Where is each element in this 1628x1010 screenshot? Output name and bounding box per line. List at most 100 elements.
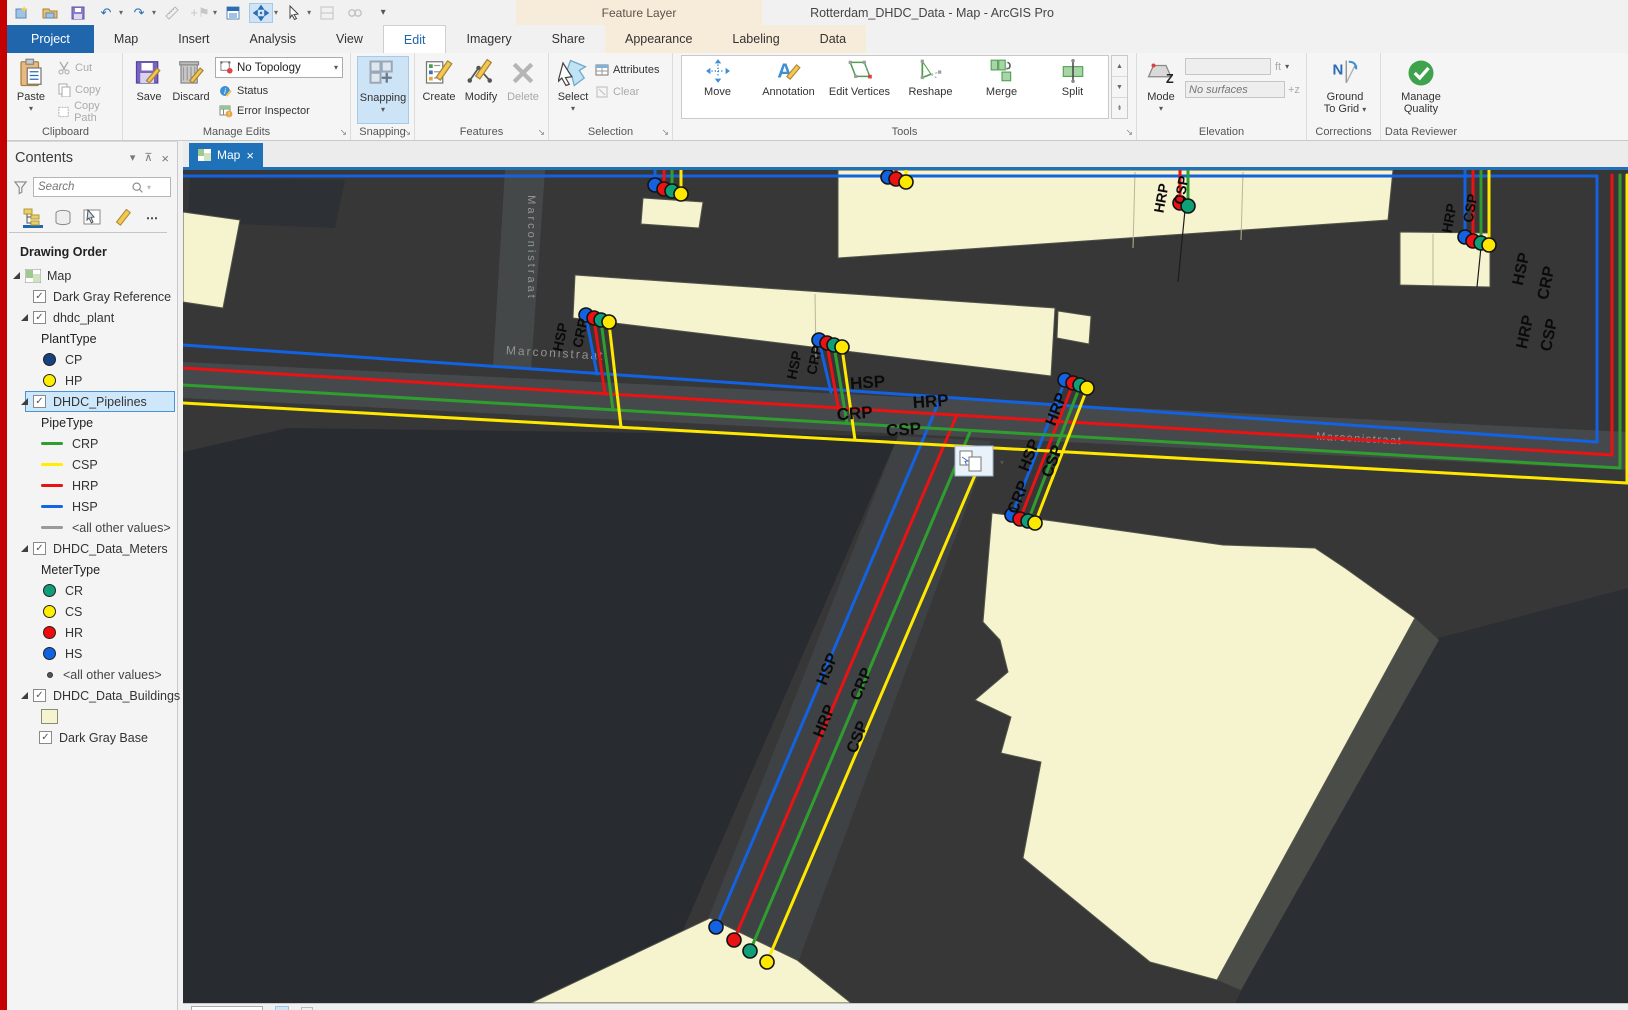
tree-item-metertype[interactable]: MeterType bbox=[7, 559, 177, 580]
expand-arrow-icon[interactable] bbox=[13, 272, 20, 279]
cut-button[interactable]: Cut bbox=[57, 59, 92, 76]
meter-point[interactable] bbox=[1481, 237, 1497, 253]
map-view[interactable]: Marconistraat Marconistraat Marconistraat … bbox=[181, 168, 1628, 1004]
meter-point[interactable] bbox=[673, 186, 689, 202]
tree-item-hp[interactable]: HP bbox=[7, 370, 177, 391]
meter-point[interactable] bbox=[759, 954, 775, 970]
surface-z-icon[interactable]: +z bbox=[1288, 81, 1300, 98]
tree-item-dhdc-data-buildings[interactable]: ✓ DHDC_Data_Buildings bbox=[7, 685, 180, 706]
surfaces-input[interactable] bbox=[1185, 81, 1285, 98]
tools-launcher-icon[interactable]: ↘ bbox=[1125, 127, 1133, 138]
undo-caret-icon[interactable]: ▾ bbox=[119, 8, 123, 17]
expand-arrow-icon[interactable] bbox=[21, 314, 28, 321]
reshape-tool[interactable]: Reshape bbox=[895, 56, 966, 116]
tab-edit[interactable]: Edit bbox=[382, 25, 447, 53]
features-launcher-icon[interactable]: ↘ bbox=[537, 127, 545, 138]
meter-point[interactable] bbox=[1079, 380, 1095, 396]
selection-launcher-icon[interactable]: ↘ bbox=[661, 127, 669, 138]
attributes-button[interactable]: Attributes bbox=[595, 61, 659, 78]
expand-arrow-icon[interactable] bbox=[21, 545, 28, 552]
redo-icon[interactable]: ↷ bbox=[127, 3, 151, 23]
search-input[interactable] bbox=[38, 181, 128, 193]
move-tool[interactable]: Move bbox=[682, 56, 753, 116]
tree-item-hsp[interactable]: HSP bbox=[7, 496, 177, 517]
tree-item-cr[interactable]: CR bbox=[7, 580, 177, 601]
new-view-icon[interactable] bbox=[221, 3, 245, 23]
undo-icon[interactable]: ↶ bbox=[94, 3, 118, 23]
error-inspector-button[interactable]: ! Error Inspector bbox=[219, 102, 310, 119]
filter-icon[interactable] bbox=[13, 180, 28, 195]
status-button[interactable]: i Status bbox=[219, 82, 268, 99]
tree-item--all-other-values-[interactable]: <all other values> bbox=[7, 517, 177, 538]
tree-item-crp[interactable]: CRP bbox=[7, 433, 177, 454]
layer-visibility-checkbox[interactable]: ✓ bbox=[33, 311, 46, 324]
save-project-icon[interactable] bbox=[66, 3, 90, 23]
status-snap-icon[interactable] bbox=[275, 1006, 289, 1010]
save-edits-button[interactable]: Save bbox=[129, 56, 169, 122]
copy-button[interactable]: Copy bbox=[57, 81, 101, 98]
annotation-tool[interactable]: A Annotation bbox=[753, 56, 824, 116]
pane-menu-caret-icon[interactable]: ▾ bbox=[130, 151, 136, 166]
tree-item-hs[interactable]: HS bbox=[7, 643, 177, 664]
tab-insert[interactable]: Insert bbox=[158, 25, 229, 53]
close-map-tab-icon[interactable]: × bbox=[246, 148, 254, 163]
expand-arrow-icon[interactable] bbox=[21, 692, 28, 699]
meter-point[interactable] bbox=[1027, 515, 1043, 531]
meter-point[interactable] bbox=[742, 943, 758, 959]
tab-analysis[interactable]: Analysis bbox=[230, 25, 317, 53]
discard-edits-button[interactable]: Discard bbox=[171, 56, 211, 122]
locate-caret-icon[interactable]: ▾ bbox=[213, 8, 217, 17]
tree-item-dhdc-pipelines[interactable]: ✓ DHDC_Pipelines bbox=[7, 391, 177, 412]
list-by-data-source-icon[interactable] bbox=[53, 208, 73, 228]
copy-path-button[interactable]: Copy Path bbox=[57, 100, 122, 124]
layer-visibility-checkbox[interactable]: ✓ bbox=[33, 290, 46, 303]
modify-features-button[interactable]: Modify bbox=[461, 56, 501, 122]
tab-share[interactable]: Share bbox=[532, 25, 605, 53]
snapping-toggle-button[interactable]: Snapping ▾ bbox=[357, 56, 409, 124]
tree-item-hr[interactable]: HR bbox=[7, 622, 177, 643]
open-project-icon[interactable] bbox=[38, 3, 62, 23]
split-tool[interactable]: Split bbox=[1037, 56, 1108, 116]
measure-icon[interactable] bbox=[160, 3, 184, 23]
meter-point[interactable] bbox=[601, 314, 617, 330]
tree-item-dark-gray-base[interactable]: ✓ Dark Gray Base bbox=[7, 727, 177, 748]
explore-caret-icon[interactable]: ▾ bbox=[274, 8, 278, 17]
explore-tool-icon[interactable] bbox=[249, 2, 274, 23]
redo-caret-icon[interactable]: ▾ bbox=[152, 8, 156, 17]
topology-dropdown[interactable]: No Topology ▾ bbox=[215, 57, 343, 78]
select-button[interactable]: Select ▾ bbox=[553, 56, 593, 122]
gallery-up-icon[interactable]: ▲ bbox=[1112, 56, 1127, 77]
search-box[interactable]: ▾ bbox=[33, 177, 171, 197]
gallery-expand-icon[interactable]: ⇟ bbox=[1112, 98, 1127, 118]
tree-item-hrp[interactable]: HRP bbox=[7, 475, 177, 496]
edit-vertices-tool[interactable]: Edit Vertices bbox=[824, 56, 895, 116]
meter-point[interactable] bbox=[898, 174, 914, 190]
tree-item-planttype[interactable]: PlantType bbox=[7, 328, 177, 349]
customize-qat-icon[interactable]: ▾ bbox=[371, 3, 395, 23]
meter-point[interactable] bbox=[834, 339, 850, 355]
tab-project[interactable]: Project bbox=[7, 25, 94, 53]
manage-edits-launcher-icon[interactable]: ↘ bbox=[339, 127, 347, 138]
tree-item-symbol[interactable] bbox=[7, 706, 177, 727]
locate-icon[interactable]: +⚑ bbox=[188, 3, 212, 23]
search-icon[interactable] bbox=[131, 181, 144, 194]
tab-view[interactable]: View bbox=[316, 25, 383, 53]
scale-input[interactable] bbox=[191, 1006, 263, 1010]
tab-map[interactable]: Map bbox=[94, 25, 158, 53]
map-view-tab[interactable]: Map × bbox=[189, 143, 263, 167]
elevation-unit-dropdown[interactable]: ft ▾ bbox=[1275, 58, 1289, 75]
meter-point[interactable] bbox=[726, 932, 742, 948]
list-by-drawing-order-icon[interactable] bbox=[23, 208, 43, 228]
tree-item-cs[interactable]: CS bbox=[7, 601, 177, 622]
tree-item-cp[interactable]: CP bbox=[7, 349, 177, 370]
tree-item-dark-gray-reference[interactable]: ✓ Dark Gray Reference bbox=[7, 286, 177, 307]
elevation-value-input[interactable] bbox=[1185, 58, 1271, 75]
paste-button[interactable]: Paste ▾ bbox=[11, 56, 51, 122]
tree-item-map[interactable]: Map bbox=[7, 265, 177, 286]
tab-data[interactable]: Data bbox=[800, 25, 866, 53]
link-views-icon[interactable] bbox=[343, 3, 367, 23]
manage-quality-button[interactable]: Manage Quality bbox=[1397, 56, 1445, 122]
layer-visibility-checkbox[interactable]: ✓ bbox=[33, 542, 46, 555]
tree-item--all-other-values-[interactable]: <all other values> bbox=[7, 664, 177, 685]
search-caret-icon[interactable]: ▾ bbox=[147, 183, 151, 192]
